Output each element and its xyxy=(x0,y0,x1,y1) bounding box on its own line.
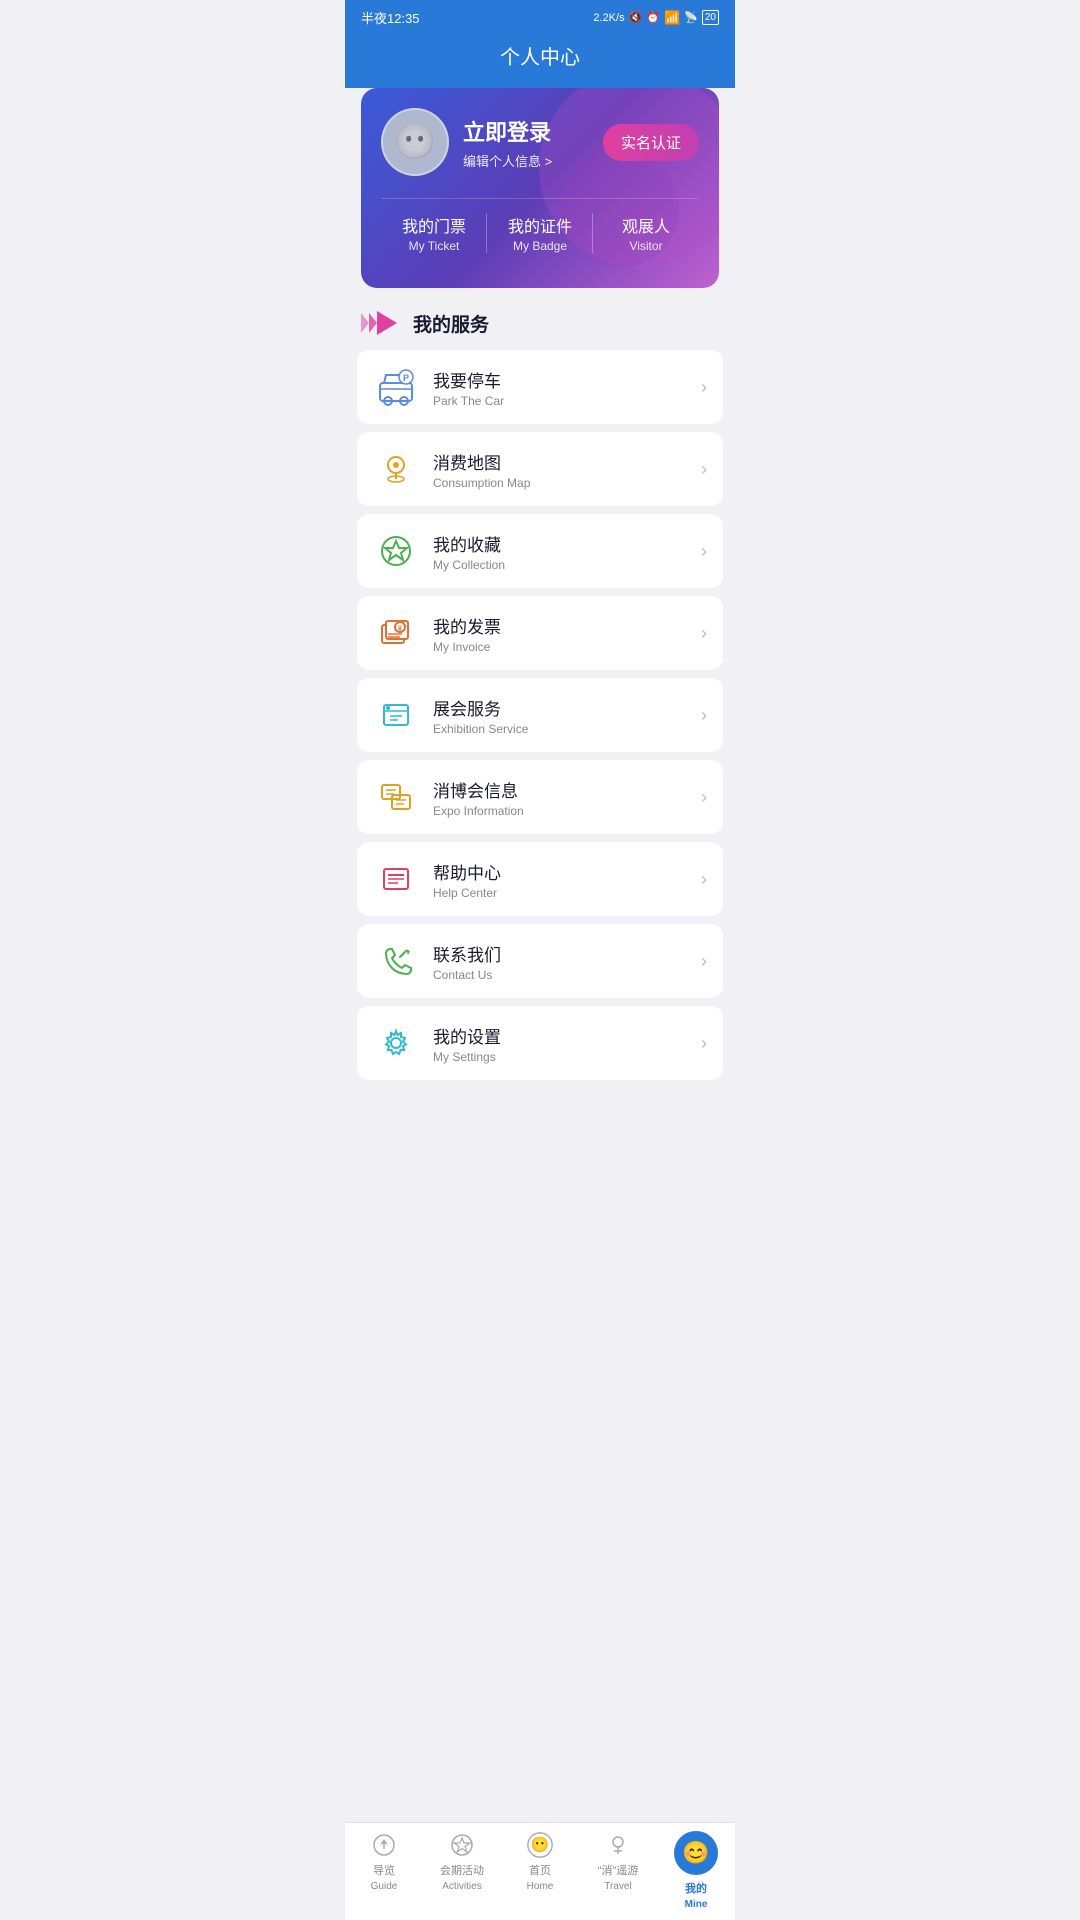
settings-arrow: › xyxy=(701,1033,707,1054)
exhibition-arrow: › xyxy=(701,705,707,726)
service-item-park[interactable]: P 我要停车 Park The Car › xyxy=(357,350,723,424)
collection-arrow: › xyxy=(701,541,707,562)
travel-icon xyxy=(604,1831,632,1859)
nav-activities-en: Activities xyxy=(442,1881,481,1892)
service-item-help[interactable]: 帮助中心 Help Center › xyxy=(357,842,723,916)
nav-guide[interactable]: 导览 Guide xyxy=(345,1831,423,1910)
status-time: 半夜12:35 xyxy=(361,8,420,27)
tab-visitor-en: Visitor xyxy=(593,239,699,253)
expo-text: 消博会信息 Expo Information xyxy=(433,777,701,818)
exhibition-icon xyxy=(373,692,419,738)
real-name-button[interactable]: 实名认证 xyxy=(603,124,699,161)
nav-activities[interactable]: 会期活动 Activities xyxy=(423,1831,501,1910)
avatar: 😶 xyxy=(381,108,449,176)
settings-text: 我的设置 My Settings xyxy=(433,1023,701,1064)
alarm-icon: ⏰ xyxy=(646,11,660,24)
nav-home[interactable]: 😶 首页 Home xyxy=(501,1831,579,1910)
nav-home-cn: 首页 xyxy=(529,1862,551,1878)
invoice-icon: ¥ xyxy=(373,610,419,656)
collection-text: 我的收藏 My Collection xyxy=(433,531,701,572)
map-icon xyxy=(373,446,419,492)
nav-mine-cn: 我的 xyxy=(685,1880,707,1896)
signal-icon: 📶 xyxy=(664,10,680,26)
profile-card: 😶 立即登录 编辑个人信息 > 实名认证 我的门票 My Ticket 我的证件… xyxy=(361,88,719,288)
service-list: P 我要停车 Park The Car › 消费地图 Consum xyxy=(345,350,735,1080)
service-item-collection[interactable]: 我的收藏 My Collection › xyxy=(357,514,723,588)
home-icon: 😶 xyxy=(526,1831,554,1859)
page-header: 个人中心 xyxy=(345,33,735,88)
nav-mine[interactable]: 😊 我的 Mine xyxy=(657,1831,735,1910)
services-icon xyxy=(361,308,403,338)
nav-guide-cn: 导览 xyxy=(373,1862,395,1878)
park-arrow: › xyxy=(701,377,707,398)
svg-text:😶: 😶 xyxy=(531,1836,550,1854)
battery-icon: 20 xyxy=(702,10,719,25)
tab-visitor[interactable]: 观展人 Visitor xyxy=(593,199,699,267)
settings-icon xyxy=(373,1020,419,1066)
help-icon xyxy=(373,856,419,902)
service-item-settings[interactable]: 我的设置 My Settings › xyxy=(357,1006,723,1080)
nav-mine-en: Mine xyxy=(685,1899,708,1910)
collection-icon xyxy=(373,528,419,574)
profile-info: 立即登录 编辑个人信息 > xyxy=(463,115,552,170)
service-item-map[interactable]: 消费地图 Consumption Map › xyxy=(357,432,723,506)
nav-guide-en: Guide xyxy=(371,1881,398,1892)
tab-my-ticket-cn: 我的门票 xyxy=(381,213,487,237)
invoice-arrow: › xyxy=(701,623,707,644)
activities-icon xyxy=(448,1831,476,1859)
mine-emoji: 😊 xyxy=(682,1840,709,1866)
services-section: 我的服务 P 我要停车 Park The Car › xyxy=(345,308,735,1080)
expo-arrow: › xyxy=(701,787,707,808)
tab-visitor-cn: 观展人 xyxy=(593,213,699,237)
map-text: 消费地图 Consumption Map xyxy=(433,449,701,490)
service-item-expo[interactable]: 消博会信息 Expo Information › xyxy=(357,760,723,834)
service-item-exhibition[interactable]: 展会服务 Exhibition Service › xyxy=(357,678,723,752)
exhibition-text: 展会服务 Exhibition Service xyxy=(433,695,701,736)
help-arrow: › xyxy=(701,869,707,890)
tab-my-badge-en: My Badge xyxy=(487,239,593,253)
tab-my-badge[interactable]: 我的证件 My Badge xyxy=(487,199,593,267)
nav-home-en: Home xyxy=(527,1881,554,1892)
expo-icon xyxy=(373,774,419,820)
nav-travel-en: Travel xyxy=(604,1881,631,1892)
tab-my-ticket[interactable]: 我的门票 My Ticket xyxy=(381,199,487,267)
mine-icon-bg: 😊 xyxy=(674,1831,718,1875)
help-text: 帮助中心 Help Center xyxy=(433,859,701,900)
network-speed: 2.2K/s xyxy=(593,12,624,24)
svg-text:¥: ¥ xyxy=(398,626,402,633)
contact-text: 联系我们 Contact Us xyxy=(433,941,701,982)
section-title: 我的服务 xyxy=(413,310,489,337)
edit-profile-link[interactable]: 编辑个人信息 > xyxy=(463,151,552,170)
mute-icon: 🔇 xyxy=(629,11,643,24)
page-title: 个人中心 xyxy=(500,47,580,69)
service-item-contact[interactable]: 联系我们 Contact Us › xyxy=(357,924,723,998)
invoice-text: 我的发票 My Invoice xyxy=(433,613,701,654)
section-header: 我的服务 xyxy=(345,308,735,350)
tab-my-ticket-en: My Ticket xyxy=(381,239,487,253)
section-icon xyxy=(361,308,403,338)
profile-left: 😶 立即登录 编辑个人信息 > xyxy=(381,108,552,176)
park-icon: P xyxy=(373,364,419,410)
map-arrow: › xyxy=(701,459,707,480)
guide-icon xyxy=(370,1831,398,1859)
park-text: 我要停车 Park The Car xyxy=(433,367,701,408)
nav-travel[interactable]: "消"遥游 Travel xyxy=(579,1831,657,1910)
status-bar: 半夜12:35 2.2K/s 🔇 ⏰ 📶 📡 20 xyxy=(345,0,735,33)
contact-icon xyxy=(373,938,419,984)
service-item-invoice[interactable]: ¥ 我的发票 My Invoice › xyxy=(357,596,723,670)
nav-activities-cn: 会期活动 xyxy=(440,1862,484,1878)
wifi-icon: 📡 xyxy=(684,11,698,24)
contact-arrow: › xyxy=(701,951,707,972)
status-icons: 2.2K/s 🔇 ⏰ 📶 📡 20 xyxy=(593,10,719,26)
bottom-nav: 导览 Guide 会期活动 Activities 😶 首页 Home xyxy=(345,1822,735,1920)
svg-text:P: P xyxy=(403,373,409,383)
login-label[interactable]: 立即登录 xyxy=(463,115,552,147)
nav-travel-cn: "消"遥游 xyxy=(598,1862,639,1878)
tab-my-badge-cn: 我的证件 xyxy=(487,213,593,237)
profile-tabs: 我的门票 My Ticket 我的证件 My Badge 观展人 Visitor xyxy=(381,198,699,267)
